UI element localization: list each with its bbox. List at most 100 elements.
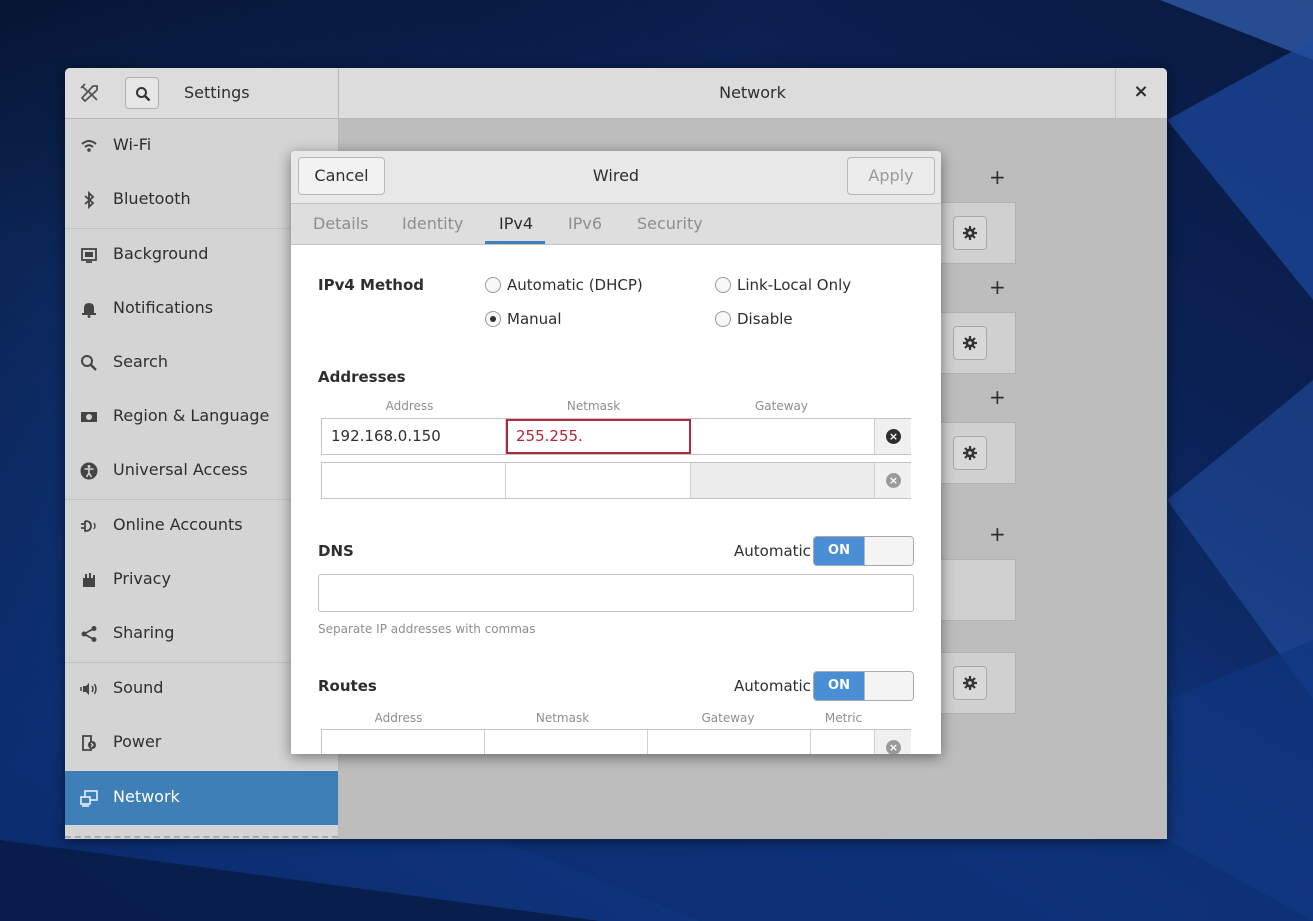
delete-route-button[interactable]: × <box>874 730 911 754</box>
routes-heading: Routes <box>318 677 377 695</box>
active-tab-indicator <box>485 241 545 244</box>
connection-card <box>940 652 1016 714</box>
switch-knob <box>864 672 913 700</box>
radio-manual[interactable] <box>485 311 501 327</box>
tab-details[interactable]: Details <box>313 214 368 233</box>
route-row: × <box>321 729 911 754</box>
gateway-field[interactable] <box>691 419 874 454</box>
sidebar-item-label: Power <box>113 732 162 751</box>
power-icon <box>82 735 96 751</box>
delete-icon: × <box>886 429 901 444</box>
address-row: 192.168.0.150 255.255. × <box>321 418 911 455</box>
speaker-icon <box>80 683 97 695</box>
netmask-column-header: Netmask <box>566 399 621 413</box>
dialog-header: Cancel Wired Apply <box>291 151 941 204</box>
radio-disable[interactable] <box>715 311 731 327</box>
gateway-column-header: Gateway <box>754 399 808 413</box>
radio-link-local-only[interactable] <box>715 277 731 293</box>
gear-icon <box>963 336 977 350</box>
address-field[interactable] <box>322 463 506 498</box>
connection-settings-button[interactable] <box>953 666 987 700</box>
sidebar-item-network[interactable]: Network <box>65 771 338 825</box>
connection-card <box>940 422 1016 484</box>
sidebar-item-label: Online Accounts <box>113 515 243 534</box>
routes-automatic-switch[interactable]: ON <box>813 671 914 701</box>
tab-security[interactable]: Security <box>637 214 703 233</box>
header-bar: Settings Network × <box>65 68 1167 119</box>
connection-card <box>940 559 1016 621</box>
close-button[interactable]: × <box>1131 81 1151 102</box>
route-address-field[interactable] <box>322 730 485 754</box>
background-icon <box>81 248 97 263</box>
route-netmask-field[interactable] <box>485 730 648 754</box>
network-icon <box>80 790 98 807</box>
search-icon <box>136 87 151 102</box>
connection-settings-button[interactable] <box>953 436 987 470</box>
panel-title: Network <box>719 83 786 102</box>
sidebar-item-label: Search <box>113 352 168 371</box>
switch-on-label: ON <box>814 537 864 565</box>
gear-icon <box>963 676 977 690</box>
delete-address-button[interactable]: × <box>874 419 911 454</box>
tab-ipv6[interactable]: IPv6 <box>568 214 602 233</box>
dns-servers-input[interactable] <box>318 574 914 612</box>
bell-icon <box>82 303 96 318</box>
route-gateway-field[interactable] <box>648 730 811 754</box>
add-connection-button[interactable]: + <box>989 165 1006 189</box>
radio-disable-label[interactable]: Disable <box>737 310 793 328</box>
sidebar-item-label: Universal Access <box>113 460 248 479</box>
route-gateway-column-header: Gateway <box>701 711 755 725</box>
sidebar-item-label: Background <box>113 244 209 263</box>
address-row: × <box>321 462 911 499</box>
connection-settings-button[interactable] <box>953 326 987 360</box>
sidebar-item-label: Sharing <box>113 623 175 642</box>
switch-on-label: ON <box>814 672 864 700</box>
switch-knob <box>864 537 913 565</box>
connection-card <box>940 202 1016 264</box>
search-icon <box>81 355 97 371</box>
route-netmask-column-header: Netmask <box>535 711 590 725</box>
address-column-header: Address <box>385 399 434 413</box>
add-connection-button[interactable]: + <box>989 385 1006 409</box>
netmask-field[interactable] <box>506 463 691 498</box>
close-separator <box>1115 68 1116 118</box>
tab-ipv4[interactable]: IPv4 <box>499 214 533 233</box>
address-field[interactable]: 192.168.0.150 <box>322 419 506 454</box>
radio-link-local-only-label[interactable]: Link-Local Only <box>737 276 851 294</box>
sidebar-item-label: Sound <box>113 678 164 697</box>
gateway-field[interactable] <box>691 463 874 498</box>
wired-connection-dialog: Cancel Wired Apply Details Identity IPv4… <box>291 151 941 754</box>
add-connection-button[interactable]: + <box>989 522 1006 546</box>
settings-title: Settings <box>184 83 250 102</box>
route-metric-field[interactable] <box>811 730 874 754</box>
tab-identity[interactable]: Identity <box>402 214 463 233</box>
bluetooth-icon <box>84 190 95 210</box>
dns-heading: DNS <box>318 542 354 560</box>
radio-automatic-dhcp-label[interactable]: Automatic (DHCP) <box>507 276 643 294</box>
radio-automatic-dhcp[interactable] <box>485 277 501 293</box>
sidebar-item-label: Notifications <box>113 298 214 317</box>
ipv4-method-label: IPv4 Method <box>318 276 425 294</box>
dialog-tabs: Details Identity IPv4 IPv6 Security <box>291 204 941 245</box>
connection-settings-button[interactable] <box>953 216 987 250</box>
apply-button[interactable]: Apply <box>847 157 935 195</box>
netmask-field[interactable]: 255.255. <box>506 419 691 454</box>
add-connection-button[interactable]: + <box>989 275 1006 299</box>
sidebar-scroll-edge <box>65 836 338 838</box>
sidebar-item-label: Region & Language <box>113 406 270 425</box>
wifi-icon <box>81 140 97 152</box>
radio-manual-label[interactable]: Manual <box>507 310 562 328</box>
search-toggle-button[interactable] <box>125 77 159 109</box>
tools-icon <box>79 82 101 108</box>
delete-icon: × <box>886 740 901 754</box>
flag-icon <box>81 412 97 422</box>
dns-automatic-switch[interactable]: ON <box>813 536 914 566</box>
dialog-title: Wired <box>592 166 640 185</box>
delete-address-button[interactable]: × <box>874 463 911 498</box>
delete-icon: × <box>886 473 901 488</box>
sidebar-item-label: Wi-Fi <box>113 135 152 154</box>
sidebar-item-label: Bluetooth <box>113 189 191 208</box>
accessibility-icon <box>80 462 98 480</box>
online-accounts-icon <box>81 520 96 532</box>
share-icon <box>81 626 97 642</box>
